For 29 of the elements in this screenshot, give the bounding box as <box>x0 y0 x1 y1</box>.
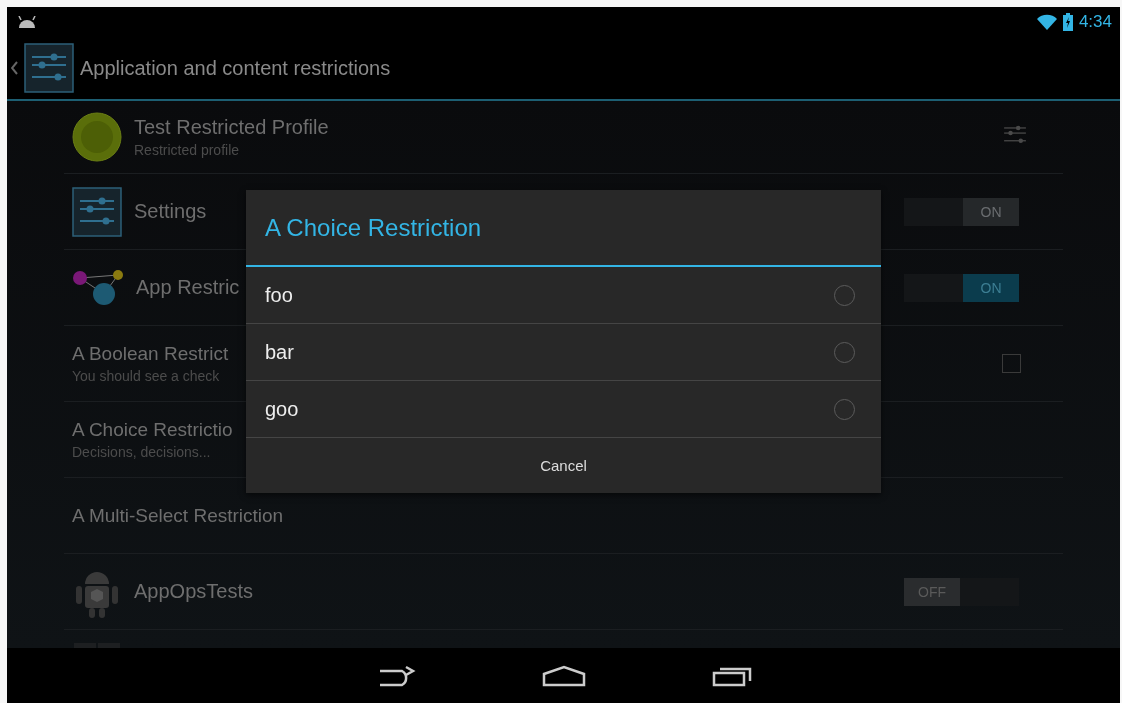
wifi-icon <box>1036 14 1057 30</box>
avatar-icon <box>72 112 122 162</box>
restriction-title: A Choice Restrictio <box>72 419 233 441</box>
restriction-title: A Boolean Restrict <box>72 343 229 365</box>
sliders-icon <box>24 43 74 93</box>
sliders-icon <box>72 186 122 237</box>
home-icon[interactable] <box>541 664 586 687</box>
battery-charging-icon <box>1062 13 1073 31</box>
molecule-icon <box>72 269 124 306</box>
restriction-title: A Multi-Select Restriction <box>72 504 284 527</box>
toggle-thumb: ON <box>963 197 1019 226</box>
clock: 4:34 <box>1078 12 1112 32</box>
restriction-summary: You should see a check <box>72 368 220 384</box>
choice-option[interactable]: bar <box>246 324 881 381</box>
toggle-thumb: ON <box>963 273 1019 302</box>
back-caret-icon[interactable] <box>11 61 18 75</box>
restriction-summary: Decisions, decisions... <box>72 444 211 460</box>
checkbox[interactable] <box>1002 354 1021 373</box>
profile-type: Restricted profile <box>134 142 240 158</box>
notification-android-icon <box>17 16 37 28</box>
choice-option[interactable]: foo <box>246 267 881 324</box>
dialog-title: A Choice Restriction <box>246 190 881 267</box>
app-name: AppOpsTests <box>134 580 253 603</box>
screen-title: Application and content restrictions <box>80 56 391 80</box>
profile-name: Test Restricted Profile <box>134 116 329 139</box>
app-name: App Restric <box>136 276 240 299</box>
choice-option[interactable]: goo <box>246 381 881 438</box>
app-name: Settings <box>134 200 207 223</box>
cancel-button[interactable]: Cancel <box>246 438 881 493</box>
